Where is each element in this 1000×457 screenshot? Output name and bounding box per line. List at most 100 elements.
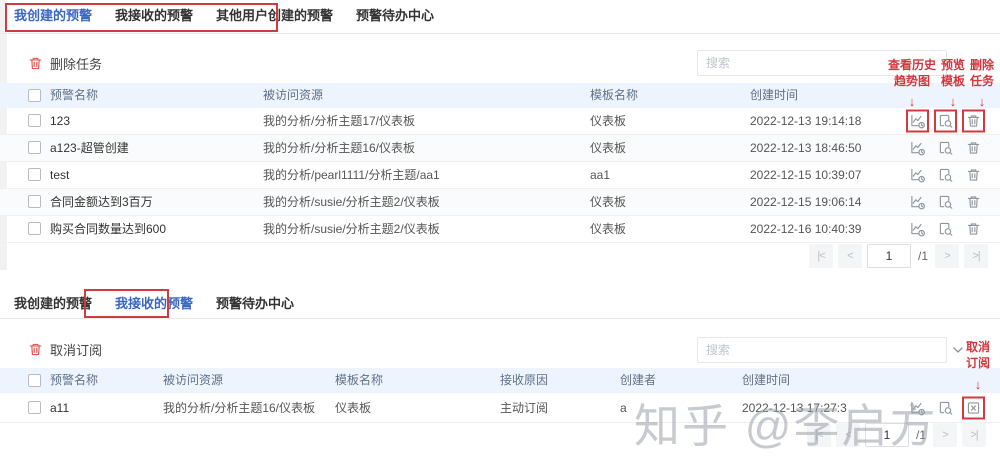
- col-header-resource: 被访问资源: [263, 83, 323, 108]
- tab-received-alerts[interactable]: 我接收的预警: [115, 0, 193, 33]
- annotation-text: 取消: [966, 340, 990, 354]
- search-input-2[interactable]: [697, 337, 947, 363]
- cell-resource: 我的分析/susie/分析主题2/仪表板: [263, 189, 440, 215]
- template-preview-icon[interactable]: [934, 218, 957, 241]
- cell-resource: 我的分析/pearl1111/分析主题/aa1: [263, 162, 440, 188]
- template-preview-icon[interactable]: [934, 396, 957, 419]
- prev-page-button[interactable]: <: [838, 244, 862, 268]
- tab-alert-todo-center[interactable]: 预警待办中心: [356, 0, 434, 33]
- cell-creator: a: [620, 393, 627, 423]
- annotation-text: 查看历史: [888, 57, 936, 73]
- prev-page-button[interactable]: <: [836, 423, 860, 447]
- tab-received-alerts-2[interactable]: 我接收的预警: [115, 288, 193, 318]
- annotation-text: 模板: [941, 73, 965, 89]
- trend-chart-icon[interactable]: [906, 164, 929, 187]
- delete-icon[interactable]: [962, 218, 985, 241]
- cell-created: 2022-12-15 10:39:07: [750, 162, 861, 188]
- page-number-input[interactable]: [865, 423, 909, 447]
- cancel-subscription-label: 取消订阅: [50, 340, 102, 359]
- page-total: /1: [918, 249, 928, 263]
- page-number-input[interactable]: [867, 244, 911, 268]
- cell-created: 2022-12-15 19:06:14: [750, 189, 861, 215]
- col-header-resource: 被访问资源: [163, 368, 223, 393]
- first-page-button[interactable]: |<: [809, 244, 833, 268]
- trend-chart-icon[interactable]: [906, 191, 929, 214]
- row-checkbox[interactable]: [28, 195, 41, 208]
- next-page-button[interactable]: >: [933, 423, 957, 447]
- col-header-alert-name: 预警名称: [50, 368, 98, 393]
- trend-chart-icon[interactable]: [906, 110, 929, 133]
- last-page-button[interactable]: >|: [964, 244, 988, 268]
- template-preview-icon[interactable]: [934, 191, 957, 214]
- cell-resource: 我的分析/分析主题16/仪表板: [263, 135, 415, 161]
- trend-chart-icon[interactable]: [906, 396, 929, 419]
- table-row: 123 我的分析/分析主题17/仪表板 仪表板 2022-12-13 19:14…: [0, 108, 1000, 135]
- cell-created: 2022-12-13 19:14:18: [750, 108, 861, 134]
- tab-alert-todo-center-2[interactable]: 预警待办中心: [216, 288, 294, 318]
- cell-alert-name: a123-超管创建: [50, 135, 129, 161]
- cell-alert-name: 购买合同数量达到600: [50, 216, 166, 242]
- cell-resource: 我的分析/分析主题17/仪表板: [263, 108, 415, 134]
- tab-my-created-alerts[interactable]: 我创建的预警: [14, 0, 92, 33]
- cell-template: 仪表板: [590, 189, 626, 215]
- row-checkbox[interactable]: [28, 401, 41, 414]
- page-total: /1: [916, 428, 926, 442]
- annotation-trend: 查看历史 趋势图 ↓: [888, 57, 936, 110]
- trend-chart-icon[interactable]: [906, 137, 929, 160]
- select-all-checkbox[interactable]: [28, 89, 41, 102]
- cell-template: aa1: [590, 162, 610, 188]
- delete-icon[interactable]: [962, 137, 985, 160]
- row-checkbox[interactable]: [28, 168, 41, 181]
- cell-template: 仪表板: [590, 216, 626, 242]
- annotation-icon-labels: 查看历史 趋势图 ↓ 预览 模板 ↓ 删除 任务 ↓: [888, 57, 994, 110]
- annotation-delete: 删除 任务 ↓: [970, 57, 994, 110]
- last-page-button[interactable]: >|: [962, 423, 986, 447]
- tab-my-created-alerts-2[interactable]: 我创建的预警: [14, 288, 92, 318]
- select-all-checkbox-2[interactable]: [28, 374, 41, 387]
- down-arrow: ↓: [950, 94, 957, 110]
- down-arrow: ↓: [960, 377, 996, 393]
- delete-icon[interactable]: [962, 191, 985, 214]
- next-page-button[interactable]: >: [935, 244, 959, 268]
- col-header-reason: 接收原因: [500, 368, 548, 393]
- trash-icon: [28, 56, 43, 71]
- cell-template: 仪表板: [335, 393, 371, 423]
- cell-template: 仪表板: [590, 135, 626, 161]
- row-checkbox[interactable]: [28, 114, 41, 127]
- annotation-preview: 预览 模板 ↓: [941, 57, 965, 110]
- row-checkbox[interactable]: [28, 222, 41, 235]
- row-checkbox[interactable]: [28, 141, 41, 154]
- unsubscribe-icon[interactable]: [962, 396, 985, 419]
- trend-chart-icon[interactable]: [906, 218, 929, 241]
- cell-reason: 主动订阅: [500, 393, 548, 423]
- cell-created: 2022-12-13 18:46:50: [750, 135, 861, 161]
- pagination: |< < /1 > >|: [809, 244, 988, 268]
- first-page-button[interactable]: |<: [807, 423, 831, 447]
- annotation-text: 订阅: [966, 356, 990, 370]
- cell-created: 2022-12-16 10:40:39: [750, 216, 861, 242]
- col-header-alert-name: 预警名称: [50, 83, 98, 108]
- col-header-template: 模板名称: [590, 83, 638, 108]
- delete-task-button[interactable]: 删除任务: [28, 54, 102, 73]
- cell-resource: 我的分析/分析主题16/仪表板: [163, 393, 315, 423]
- tab-other-users-alerts[interactable]: 其他用户创建的预警: [216, 0, 333, 33]
- tabbar-my-created: 我创建的预警 我接收的预警 其他用户创建的预警 预警待办中心: [0, 0, 1000, 34]
- template-preview-icon[interactable]: [934, 164, 957, 187]
- template-preview-icon[interactable]: [934, 137, 957, 160]
- cell-resource: 我的分析/susie/分析主题2/仪表板: [263, 216, 440, 242]
- table-row: test 我的分析/pearl1111/分析主题/aa1 aa1 2022-12…: [0, 162, 1000, 189]
- cell-alert-name: test: [50, 162, 69, 188]
- delete-icon[interactable]: [962, 164, 985, 187]
- cell-alert-name: 合同金额达到3百万: [50, 189, 153, 215]
- cancel-subscription-button[interactable]: 取消订阅: [28, 340, 102, 359]
- annotation-text: 趋势图: [894, 73, 930, 89]
- table-row: 购买合同数量达到600 我的分析/susie/分析主题2/仪表板 仪表板 202…: [0, 216, 1000, 243]
- cell-alert-name: 123: [50, 108, 70, 134]
- down-arrow: ↓: [979, 94, 986, 110]
- cell-created: 2022-12-13 17:27:3: [742, 393, 847, 423]
- template-preview-icon[interactable]: [934, 110, 957, 133]
- col-header-created: 创建时间: [742, 368, 790, 393]
- annotation-text: 预览: [941, 57, 965, 73]
- pagination-2: |< < /1 > >|: [807, 423, 986, 447]
- delete-icon[interactable]: [962, 110, 985, 133]
